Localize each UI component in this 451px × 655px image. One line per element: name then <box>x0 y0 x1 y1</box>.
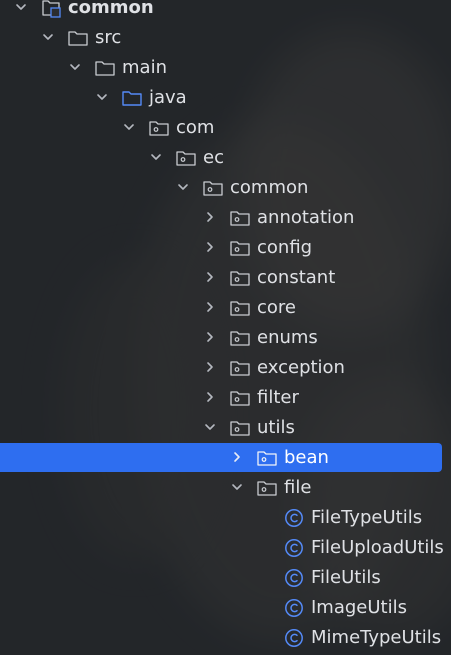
package-icon <box>229 388 251 408</box>
package-icon <box>202 178 224 198</box>
tree-node-label: config <box>257 237 313 258</box>
tree-node-mimetypeutils[interactable]: MimeTypeUtils <box>0 623 451 653</box>
package-icon <box>229 268 251 288</box>
tree-node-label: ec <box>203 147 224 168</box>
package-icon <box>256 448 278 468</box>
chevron-right-icon[interactable] <box>203 360 217 374</box>
tree-node-label: common <box>230 177 309 198</box>
tree-node-label: enums <box>257 327 318 348</box>
package-icon <box>229 298 251 318</box>
tree-node-exception[interactable]: exception <box>0 353 451 383</box>
tree-node-label: constant <box>257 267 336 288</box>
tree-node-label: java <box>149 87 187 108</box>
tree-node-main[interactable]: main <box>0 53 451 83</box>
tree-node-label: exception <box>257 357 345 378</box>
tree-node-label: common <box>68 0 154 18</box>
tree-node-label: FileUtils <box>311 567 381 588</box>
package-icon <box>229 238 251 258</box>
tree-node-filetypeutils[interactable]: FileTypeUtils <box>0 503 451 533</box>
tree-node-filter[interactable]: filter <box>0 383 451 413</box>
source-root-folder-icon <box>121 88 143 108</box>
chevron-down-icon[interactable] <box>14 0 28 14</box>
tree-node-label: MimeTypeUtils <box>311 627 442 648</box>
tree-node-label: filter <box>257 387 299 408</box>
package-icon <box>148 118 170 138</box>
folder-icon <box>67 28 89 48</box>
chevron-right-icon[interactable] <box>230 450 244 464</box>
chevron-right-icon[interactable] <box>203 390 217 404</box>
tree-node-fileuploadutils[interactable]: FileUploadUtils <box>0 533 451 563</box>
tree-node-label: core <box>257 297 296 318</box>
chevron-down-icon[interactable] <box>176 180 190 194</box>
tree-node-enums[interactable]: enums <box>0 323 451 353</box>
tree-node-file[interactable]: file <box>0 473 451 503</box>
package-icon <box>229 328 251 348</box>
java-class-icon <box>283 508 305 528</box>
chevron-right-icon[interactable] <box>203 240 217 254</box>
java-class-icon <box>283 538 305 558</box>
tree-node-label: src <box>95 27 122 48</box>
tree-node-annotation[interactable]: annotation <box>0 203 451 233</box>
chevron-down-icon[interactable] <box>68 60 82 74</box>
chevron-down-icon[interactable] <box>95 90 109 104</box>
tree-node-common-module[interactable]: common <box>0 0 451 23</box>
tree-node-utils[interactable]: utils <box>0 413 451 443</box>
tree-node-label: annotation <box>257 207 355 228</box>
tree-node-label: ImageUtils <box>311 597 407 618</box>
tree-node-label: main <box>122 57 167 78</box>
tree-node-label: FileTypeUtils <box>311 507 423 528</box>
module-icon <box>40 0 62 18</box>
tree-node-label: file <box>284 477 312 498</box>
tree-node-label: bean <box>284 447 329 468</box>
package-icon <box>175 148 197 168</box>
chevron-down-icon[interactable] <box>149 150 163 164</box>
tree-node-imageutils[interactable]: ImageUtils <box>0 593 451 623</box>
package-icon <box>229 358 251 378</box>
package-icon <box>256 478 278 498</box>
tree-node-src[interactable]: src <box>0 23 451 53</box>
tree-node-com[interactable]: com <box>0 113 451 143</box>
chevron-right-icon[interactable] <box>203 300 217 314</box>
tree-node-core[interactable]: core <box>0 293 451 323</box>
chevron-down-icon[interactable] <box>122 120 136 134</box>
tree-node-label: com <box>176 117 215 138</box>
chevron-down-icon[interactable] <box>203 420 217 434</box>
chevron-right-icon[interactable] <box>203 330 217 344</box>
package-icon <box>229 208 251 228</box>
tree-node-java[interactable]: java <box>0 83 451 113</box>
tree-node-bean[interactable]: bean <box>0 443 451 473</box>
tree-node-common-package[interactable]: common <box>0 173 451 203</box>
tree-node-label: FileUploadUtils <box>311 537 444 558</box>
package-icon <box>229 418 251 438</box>
chevron-right-icon[interactable] <box>203 270 217 284</box>
tree-node-label: utils <box>257 417 295 438</box>
chevron-down-icon[interactable] <box>41 30 55 44</box>
tree-node-constant[interactable]: constant <box>0 263 451 293</box>
tree-node-fileutils[interactable]: FileUtils <box>0 563 451 593</box>
chevron-down-icon[interactable] <box>230 480 244 494</box>
tree-node-config[interactable]: config <box>0 233 451 263</box>
chevron-right-icon[interactable] <box>203 210 217 224</box>
project-tree: common src main java com ec common annot… <box>0 0 451 653</box>
folder-icon <box>94 58 116 78</box>
java-class-icon <box>283 598 305 618</box>
tree-node-ec[interactable]: ec <box>0 143 451 173</box>
java-class-icon <box>283 568 305 588</box>
java-class-icon <box>283 628 305 648</box>
